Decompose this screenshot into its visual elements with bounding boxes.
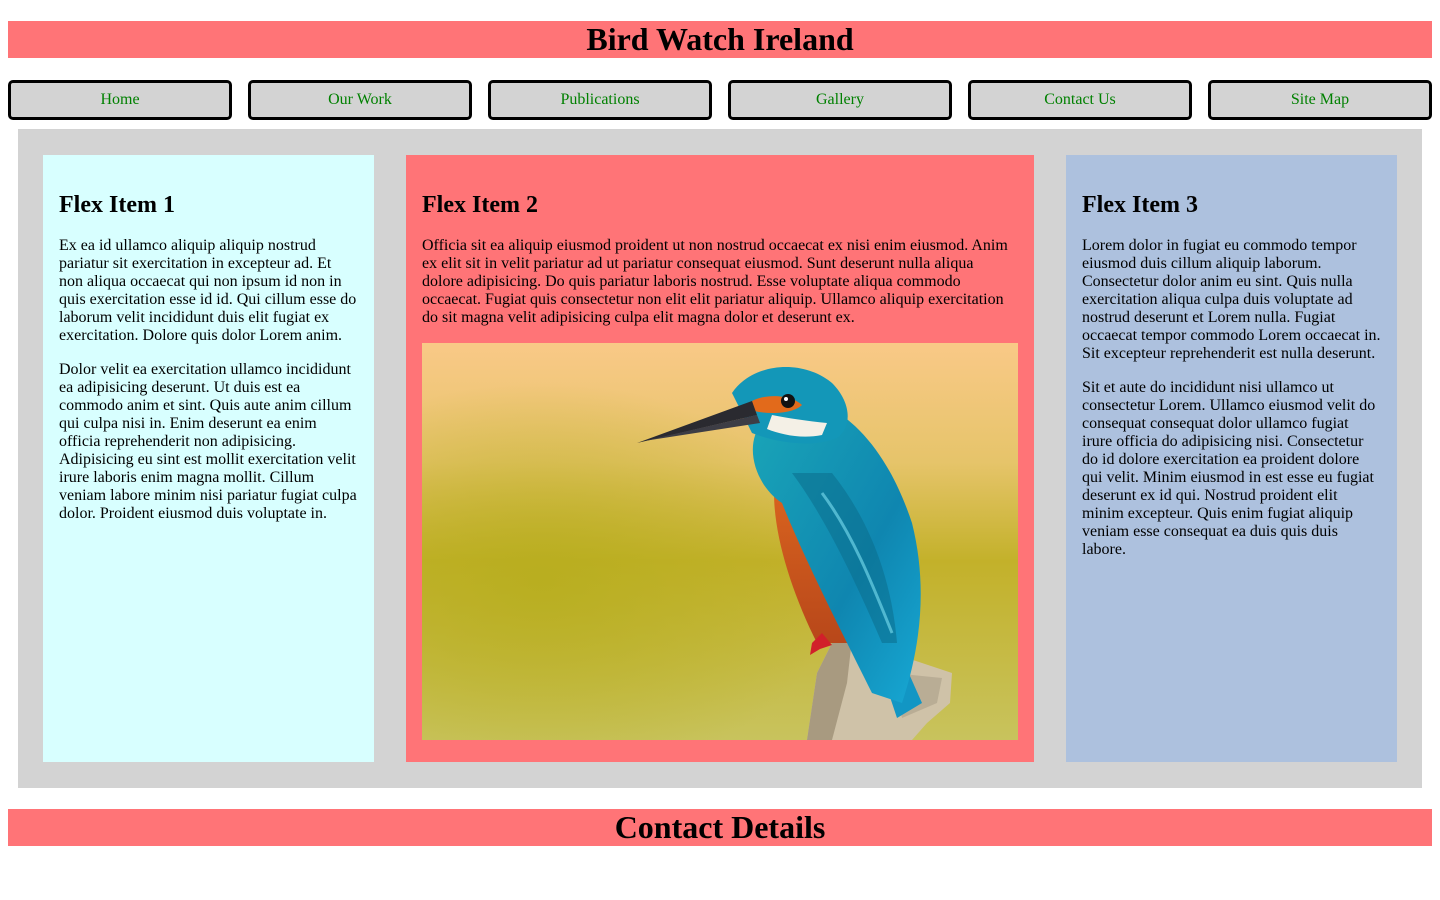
nav-gallery-button[interactable]: Gallery — [728, 80, 952, 120]
flex-item-1-paragraph-2: Dolor velit ea exercitation ullamco inci… — [59, 361, 357, 522]
flex-item-3-heading: Flex Item 3 — [1082, 192, 1198, 218]
nav-contact-us-button[interactable]: Contact Us — [968, 80, 1192, 120]
footer-title: Contact Details — [614, 809, 826, 845]
nav-home-button[interactable]: Home — [8, 80, 232, 120]
nav-publications-label: Publications — [560, 91, 640, 108]
kingfisher-image — [422, 343, 1018, 740]
flex-item-3: Flex Item 3 Lorem dolor in fugiat eu com… — [1066, 155, 1397, 762]
site-title: Bird Watch Ireland — [586, 21, 854, 57]
nav-our-work-label: Our Work — [328, 91, 392, 108]
flex-item-3-paragraph-1: Lorem dolor in fugiat eu commodo tempor … — [1082, 237, 1381, 362]
flex-item-2-heading: Flex Item 2 — [422, 192, 538, 218]
nav-site-map-button[interactable]: Site Map — [1208, 80, 1432, 120]
nav-our-work-button[interactable]: Our Work — [248, 80, 472, 120]
nav-home-label: Home — [100, 91, 140, 108]
flex-item-2-paragraph-1: Officia sit ea aliquip eiusmod proident … — [422, 237, 1008, 326]
flex-item-1-paragraph-1: Ex ea id ullamco aliquip aliquip nostrud… — [59, 237, 357, 344]
nav-site-map-label: Site Map — [1290, 91, 1350, 108]
flex-item-1: Flex Item 1 Ex ea id ullamco aliquip ali… — [43, 155, 374, 762]
main-nav: Home Our Work Publications Gallery Conta… — [8, 80, 1432, 120]
flex-item-2: Flex Item 2 Officia sit ea aliquip eiusm… — [406, 155, 1034, 762]
nav-publications-button[interactable]: Publications — [488, 80, 712, 120]
flex-container: Flex Item 1 Ex ea id ullamco aliquip ali… — [18, 129, 1422, 788]
nav-contact-us-label: Contact Us — [1044, 91, 1116, 108]
nav-gallery-label: Gallery — [816, 91, 864, 108]
site-footer: Contact Details — [8, 809, 1432, 846]
flex-item-3-paragraph-2: Sit et aute do incididunt nisi ullamco u… — [1082, 379, 1376, 558]
flex-item-1-heading: Flex Item 1 — [59, 192, 175, 218]
site-header: Bird Watch Ireland — [8, 21, 1432, 58]
